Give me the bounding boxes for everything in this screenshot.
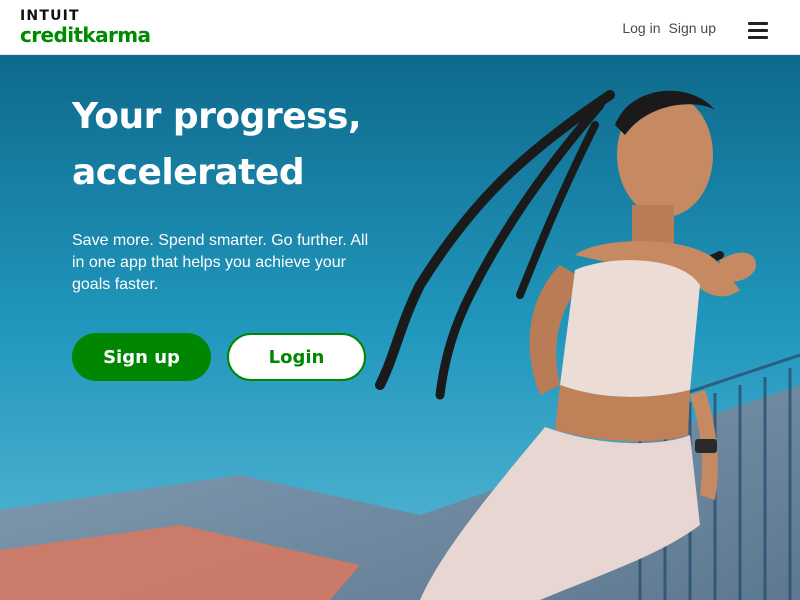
login-button[interactable]: Login (227, 333, 366, 381)
hero-subtitle: Save more. Spend smarter. Go further. Al… (72, 232, 369, 293)
hero-title: Your progress, accelerated (72, 96, 362, 193)
creditkarma-logo[interactable]: INTUIT creditkarma (20, 8, 151, 47)
hero-section: Your progress, accelerated Save more. Sp… (0, 55, 800, 600)
signup-button[interactable]: Sign up (72, 333, 211, 381)
hamburger-menu-icon[interactable] (746, 20, 770, 42)
signup-link[interactable]: Sign up (669, 20, 716, 36)
login-link[interactable]: Log in (622, 20, 660, 36)
header-nav: Log in Sign up (622, 20, 716, 36)
site-header: INTUIT creditkarma Log in Sign up (0, 0, 800, 55)
logo-creditkarma-text: creditkarma (20, 23, 151, 47)
logo-intuit-text: INTUIT (20, 8, 80, 24)
